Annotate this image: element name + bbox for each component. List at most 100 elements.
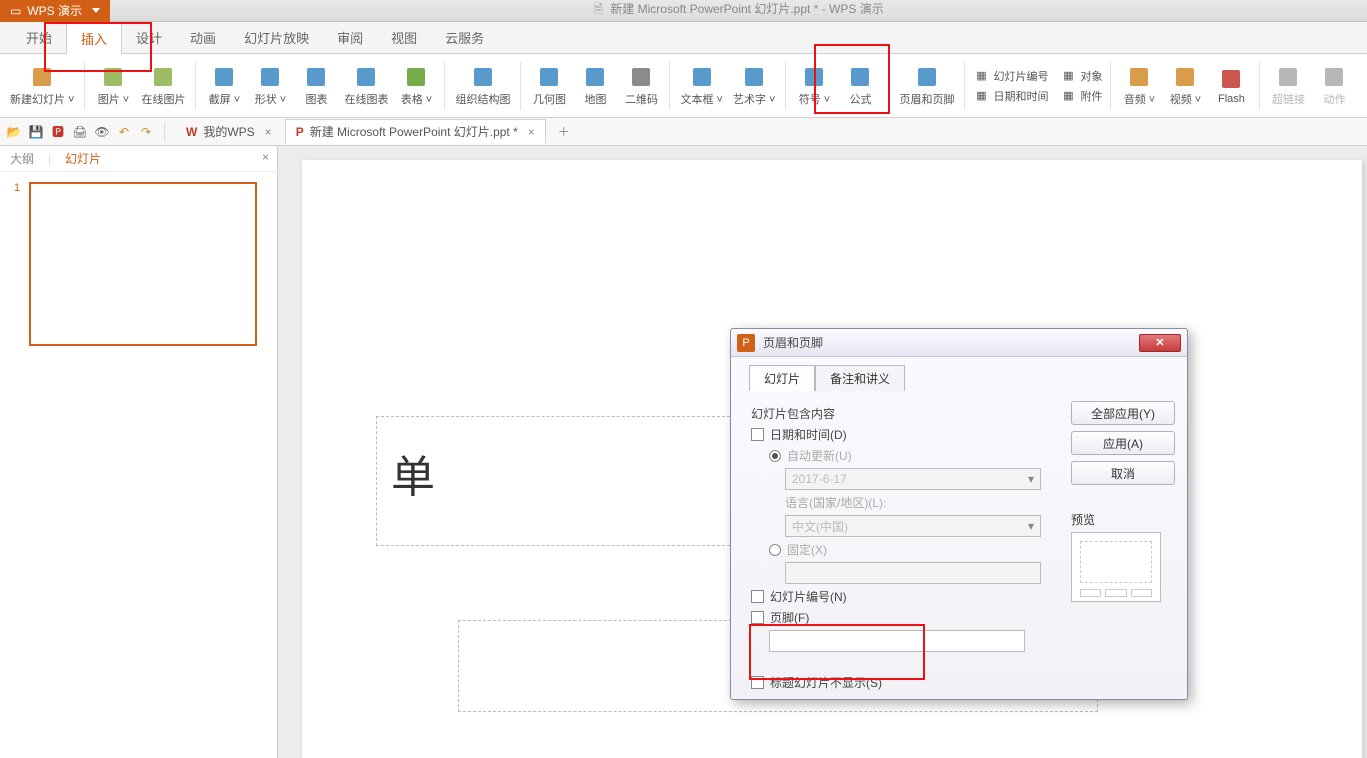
ribbon-动作: 动作: [1312, 57, 1356, 115]
dialog-tab-notes[interactable]: 备注和讲义: [815, 365, 905, 391]
doc-tab-icon: P: [296, 125, 304, 139]
ribbon-音频[interactable]: 音频 ˅: [1117, 57, 1161, 115]
ribbon-图表[interactable]: 图表: [294, 57, 338, 115]
ribbon-icon: [354, 65, 378, 89]
ribbon-icon: [629, 65, 653, 89]
small-icon: ▦: [1060, 88, 1076, 104]
dialog-tab-slide[interactable]: 幻灯片: [749, 365, 815, 391]
ribbon-label: 音频 ˅: [1124, 91, 1155, 107]
ribbon-截屏[interactable]: 截屏 ˅: [202, 57, 246, 115]
ribbon-label: 组织结构图: [455, 91, 510, 107]
ribbon-文本框[interactable]: 文本框 ˅: [676, 57, 726, 115]
radio-auto-update[interactable]: [769, 450, 781, 462]
ribbon-视频[interactable]: 视频 ˅: [1163, 57, 1207, 115]
tab-outline[interactable]: 大纲: [10, 150, 34, 167]
dialog-close-button[interactable]: ✕: [1139, 334, 1181, 352]
ribbon-label: 文本框 ˅: [680, 91, 722, 107]
cancel-button[interactable]: 取消: [1071, 461, 1175, 485]
window-title-suffix: - WPS 演示: [818, 2, 883, 16]
print-icon[interactable]: 🖨: [72, 124, 88, 140]
ribbon-超链接: 超链接: [1266, 57, 1310, 115]
close-icon[interactable]: ×: [262, 150, 269, 164]
ribbon-Flash[interactable]: Flash: [1209, 57, 1253, 115]
window-title: 🗎 新建 Microsoft PowerPoint 幻灯片.ppt * - WP…: [110, 0, 1367, 21]
ribbon-small-2[interactable]: ▦对象: [1058, 67, 1104, 85]
preview-thumbnail: [1071, 532, 1161, 602]
ribbon-几何图[interactable]: 几何图: [527, 57, 571, 115]
wps-logo-icon: ▭: [10, 4, 21, 18]
dialog-titlebar[interactable]: P 页眉和页脚 ✕: [731, 329, 1187, 357]
small-icon: ▦: [973, 68, 989, 84]
chevron-down-icon: [92, 8, 100, 13]
ribbon-艺术字[interactable]: 艺术字 ˅: [729, 57, 779, 115]
select-date-format[interactable]: 2017-6-17: [785, 468, 1041, 490]
ribbon-形状[interactable]: 形状 ˅: [248, 57, 292, 115]
ribbon-label: 新建幻灯片 ˅: [10, 91, 74, 107]
apply-button[interactable]: 应用(A): [1071, 431, 1175, 455]
menu-tab-4[interactable]: 幻灯片放映: [230, 22, 323, 53]
ribbon-small-3[interactable]: ▦附件: [1058, 87, 1104, 105]
ribbon-label: 截屏 ˅: [209, 91, 240, 107]
ribbon-icon: [258, 65, 282, 89]
undo-icon[interactable]: ↶: [116, 124, 132, 140]
ribbon-small-1[interactable]: ▦日期和时间: [971, 87, 1050, 105]
ribbon-label: 在线图表: [344, 91, 388, 107]
doc-tab-label: 我的WPS: [203, 123, 254, 140]
doc-tab-0[interactable]: W 我的WPS ×: [175, 119, 283, 144]
ribbon-label: 二维码: [625, 91, 658, 107]
input-fixed-text[interactable]: [785, 562, 1041, 584]
radio-fixed[interactable]: [769, 544, 781, 556]
app-brand-label: WPS 演示: [27, 2, 82, 19]
ribbon-icon: [304, 65, 328, 89]
menu-tab-3[interactable]: 动画: [176, 22, 230, 53]
ribbon-表格[interactable]: 表格 ˅: [394, 57, 438, 115]
print-preview-icon[interactable]: 👁: [94, 124, 110, 140]
label-datetime: 日期和时间(D): [770, 426, 847, 443]
ribbon-small-0[interactable]: ▦幻灯片编号: [971, 67, 1050, 85]
label-language: 语言(国家/地区)(L):: [785, 494, 1061, 511]
close-icon[interactable]: ×: [265, 125, 272, 139]
ribbon-label: 几何图: [533, 91, 566, 107]
ribbon-组织结构图[interactable]: 组织结构图: [451, 57, 514, 115]
tab-slides[interactable]: 幻灯片: [65, 150, 101, 167]
ribbon-二维码[interactable]: 二维码: [619, 57, 663, 115]
small-icon: ▦: [1060, 68, 1076, 84]
save-icon[interactable]: 💾: [28, 124, 44, 140]
select-language[interactable]: 中文(中国): [785, 515, 1041, 537]
new-tab-button[interactable]: ＋: [552, 123, 576, 140]
outline-thumbnail-panel: 大纲 | 幻灯片 × 1: [0, 146, 278, 758]
doc-tab-icon: W: [186, 125, 197, 139]
menu-tabs: 开始插入设计动画幻灯片放映审阅视图云服务: [0, 22, 1367, 54]
ribbon-页眉和页脚[interactable]: 页眉和页脚: [895, 57, 958, 115]
ribbon-地图[interactable]: 地图: [573, 57, 617, 115]
ribbon-在线图表[interactable]: 在线图表: [340, 57, 392, 115]
redo-icon[interactable]: ↷: [138, 124, 154, 140]
slide-thumbnails: 1: [0, 172, 277, 359]
ribbon-label: 地图: [584, 91, 606, 107]
ribbon-label: 形状 ˅: [255, 91, 286, 107]
annotation-highlight-hide-title: [749, 624, 925, 680]
menu-tab-6[interactable]: 视图: [377, 22, 431, 53]
menu-tab-5[interactable]: 审阅: [323, 22, 377, 53]
ribbon-icon: [212, 65, 236, 89]
checkbox-slide-number[interactable]: [751, 590, 764, 603]
menu-tab-7[interactable]: 云服务: [431, 22, 498, 53]
open-icon[interactable]: 📂: [6, 124, 22, 140]
apply-all-button[interactable]: 全部应用(Y): [1071, 401, 1175, 425]
ribbon: 新建幻灯片 ˅图片 ˅在线图片截屏 ˅形状 ˅图表在线图表表格 ˅组织结构图几何…: [0, 54, 1367, 118]
checkbox-datetime[interactable]: [751, 428, 764, 441]
slide-thumbnail-1[interactable]: [29, 182, 257, 346]
ribbon-label: 表格 ˅: [401, 91, 432, 107]
ribbon-label: 艺术字 ˅: [733, 91, 775, 107]
doc-tab-1[interactable]: P新建 Microsoft PowerPoint 幻灯片.ppt *×: [285, 119, 546, 144]
label-auto-update: 自动更新(U): [787, 447, 852, 464]
dialog-title: 页眉和页脚: [763, 334, 823, 351]
small-icon: ▦: [973, 88, 989, 104]
checkbox-footer[interactable]: [751, 611, 764, 624]
ribbon-icon: [1127, 65, 1151, 89]
app-brand-menu[interactable]: ▭ WPS 演示: [0, 0, 110, 22]
quick-access-bar: 📂 💾 🅿 🖨 👁 ↶ ↷ W我的WPS×P新建 Microsoft Power…: [0, 118, 1367, 146]
annotation-highlight-header-footer: [814, 44, 890, 114]
export-pdf-icon[interactable]: 🅿: [50, 124, 66, 140]
close-icon[interactable]: ×: [528, 125, 535, 139]
